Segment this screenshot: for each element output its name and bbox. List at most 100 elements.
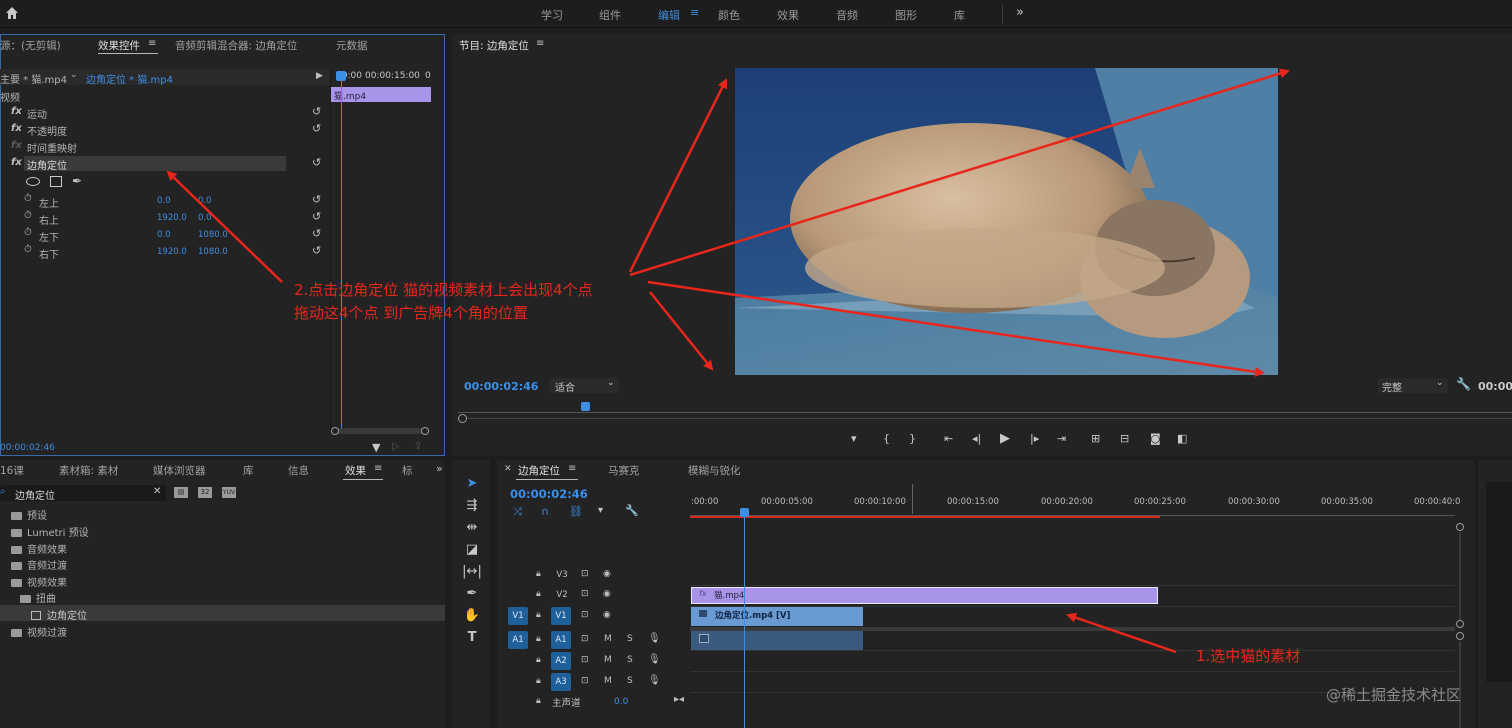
fx-icon[interactable]: fx (11, 157, 22, 168)
solo-button[interactable]: S (627, 634, 633, 644)
mark-in-icon[interactable]: { (883, 432, 890, 445)
sync-lock-icon[interactable]: ⊡ (581, 569, 589, 579)
param-x-value[interactable]: 0.0 (157, 196, 171, 206)
workspace-audio[interactable]: 音频 (836, 7, 858, 23)
tree-item[interactable]: Lumetri 预设 (11, 524, 89, 539)
param-y-value[interactable]: 0.0 (198, 196, 212, 206)
reset-icon[interactable]: ↺ (312, 156, 321, 169)
sync-lock-icon[interactable]: ⊡ (581, 655, 589, 665)
solo-button[interactable]: S (627, 676, 633, 686)
add-marker-icon[interactable]: ▾ (851, 432, 857, 445)
type-tool-icon[interactable]: T (461, 629, 483, 647)
close-tab-icon[interactable]: ✕ (504, 464, 512, 474)
stopwatch-icon[interactable]: ⏱ (24, 210, 32, 221)
clip-audio-a1[interactable] (691, 631, 863, 650)
filter-icon[interactable]: ▼ (372, 441, 380, 454)
tab-audio-mixer[interactable]: 音频剪辑混合器: 边角定位 (175, 38, 297, 53)
sequence-clip-label[interactable]: 边角定位 * 猫.mp4 (86, 71, 173, 86)
mark-out-icon[interactable]: } (909, 432, 916, 445)
workspace-assembly[interactable]: 组件 (599, 7, 621, 23)
compare-icon[interactable]: ◧ (1177, 432, 1187, 445)
linked-selection-icon[interactable]: ⛓ (569, 505, 583, 518)
solo-button[interactable]: S (627, 655, 633, 665)
sync-lock-icon[interactable]: ⊡ (581, 589, 589, 599)
reset-icon[interactable]: ↺ (312, 210, 321, 223)
tree-item[interactable]: 扭曲 (20, 590, 56, 605)
zoom-scrollbar[interactable] (468, 418, 1512, 419)
workspace-graphics[interactable]: 图形 (895, 7, 917, 23)
nest-icon[interactable]: ⤨ (513, 505, 522, 519)
program-playhead[interactable] (581, 402, 590, 411)
stopwatch-icon[interactable]: ⏱ (24, 244, 32, 255)
track-name-v1[interactable]: V1 (551, 607, 571, 625)
program-timecode[interactable]: 00:00:02:46 (464, 380, 538, 393)
eye-icon[interactable]: ◉ (603, 610, 611, 620)
effect-controls-timecode[interactable]: 00:00:02:46 (0, 443, 55, 453)
scroll-handle-left[interactable] (458, 414, 467, 423)
tree-item[interactable]: 视频过渡 (11, 624, 67, 639)
workspace-color[interactable]: 颜色 (718, 7, 740, 23)
lock-icon[interactable]: 🔒︎ (536, 696, 541, 706)
yuv-effects-icon[interactable]: YUV (222, 487, 236, 498)
fx-icon[interactable]: fx (11, 123, 22, 134)
panel-menu-icon[interactable]: ≡ (536, 38, 544, 49)
pen-mask-icon[interactable]: ✒ (72, 174, 82, 188)
tab-sequence-corner-pin[interactable]: 边角定位 (518, 463, 560, 478)
eye-icon[interactable]: ◉ (603, 569, 611, 579)
pen-tool-icon[interactable]: ✒ (461, 585, 483, 603)
add-marker-icon[interactable]: ▾ (598, 505, 603, 516)
settings-wrench-icon[interactable]: 🔧 (625, 504, 639, 517)
step-back-icon[interactable]: ◂| (972, 432, 981, 445)
track-name-a1[interactable]: A1 (551, 631, 571, 649)
tree-item[interactable]: 音频过渡 (11, 557, 67, 572)
lock-icon[interactable]: 🔒︎ (536, 634, 541, 644)
tab-bin[interactable]: 素材箱: 素材 (59, 463, 118, 478)
wrench-icon[interactable]: 🔧 (1456, 377, 1471, 391)
effect-row-time-remap[interactable]: fx 时间重映射 (0, 138, 330, 155)
go-to-out-icon[interactable]: ⇥ (1057, 432, 1066, 445)
reset-icon[interactable]: ↺ (312, 193, 321, 206)
scroll-handle-right[interactable] (421, 427, 429, 435)
v-scroll-handle-bottom[interactable] (1456, 620, 1464, 628)
tree-item[interactable]: 边角定位 (31, 607, 87, 622)
effect-row-motion[interactable]: fx 运动 ↺ (0, 104, 330, 121)
tab-menu-icon[interactable]: ≡ (568, 463, 576, 474)
track-name-a3[interactable]: A3 (551, 673, 571, 691)
param-y-value[interactable]: 1080.0 (198, 247, 228, 257)
program-monitor-title[interactable]: 节目: 边角定位 (459, 38, 529, 53)
fx-icon[interactable]: fx (11, 106, 22, 117)
tab-markers[interactable]: 标 (402, 463, 413, 478)
step-forward-icon[interactable]: |▸ (1030, 432, 1039, 445)
camera-icon[interactable]: ◙ (1150, 432, 1161, 445)
lock-icon[interactable]: 🔒︎ (536, 610, 541, 620)
param-y-value[interactable]: 0.0 (198, 213, 212, 223)
param-x-value[interactable]: 1920.0 (157, 213, 187, 223)
tab-sequence-blur[interactable]: 模糊与锐化 (688, 463, 741, 478)
rectangle-mask-icon[interactable] (50, 176, 62, 187)
lock-icon[interactable]: 🔒︎ (536, 569, 541, 579)
clear-search-icon[interactable]: ✕ (153, 486, 161, 497)
clip-corner-pin-v1[interactable]: 边角定位.mp4 [V] (691, 607, 863, 626)
tab-effect-controls[interactable]: 效果控件 (98, 38, 140, 53)
param-x-value[interactable]: 0.0 (157, 230, 171, 240)
ellipse-mask-icon[interactable] (26, 177, 40, 186)
play-icon[interactable]: ▶ (1000, 431, 1010, 446)
stopwatch-icon[interactable]: ⏱ (24, 227, 32, 238)
workspace-libraries[interactable]: 库 (954, 7, 965, 23)
v-scrollbar-video[interactable] (1459, 532, 1461, 620)
effect-row-opacity[interactable]: fx 不透明度 ↺ (0, 121, 330, 138)
v-scroll-handle-top[interactable] (1456, 523, 1464, 531)
snap-icon[interactable]: ∩ (541, 505, 549, 518)
quality-dropdown[interactable]: 完整 ⌄ (1378, 378, 1448, 394)
master-clip-label[interactable]: 主要 * 猫.mp4 (0, 71, 67, 86)
tree-item[interactable]: 视频效果 (11, 574, 67, 589)
effect-label[interactable]: 边角定位 (27, 157, 67, 172)
tab-menu-icon[interactable]: ≡ (148, 38, 156, 49)
extract-icon[interactable]: ⊟ (1120, 432, 1129, 445)
lock-icon[interactable]: 🔒︎ (536, 655, 541, 665)
selection-tool-icon[interactable]: ➤ (461, 475, 483, 493)
effect-row-corner-pin[interactable]: fx 边角定位 ↺ (0, 155, 330, 172)
workspace-menu-icon[interactable]: ≡ (690, 6, 699, 19)
tree-item[interactable]: 预设 (11, 507, 47, 522)
tree-item[interactable]: 音频效果 (11, 541, 67, 556)
